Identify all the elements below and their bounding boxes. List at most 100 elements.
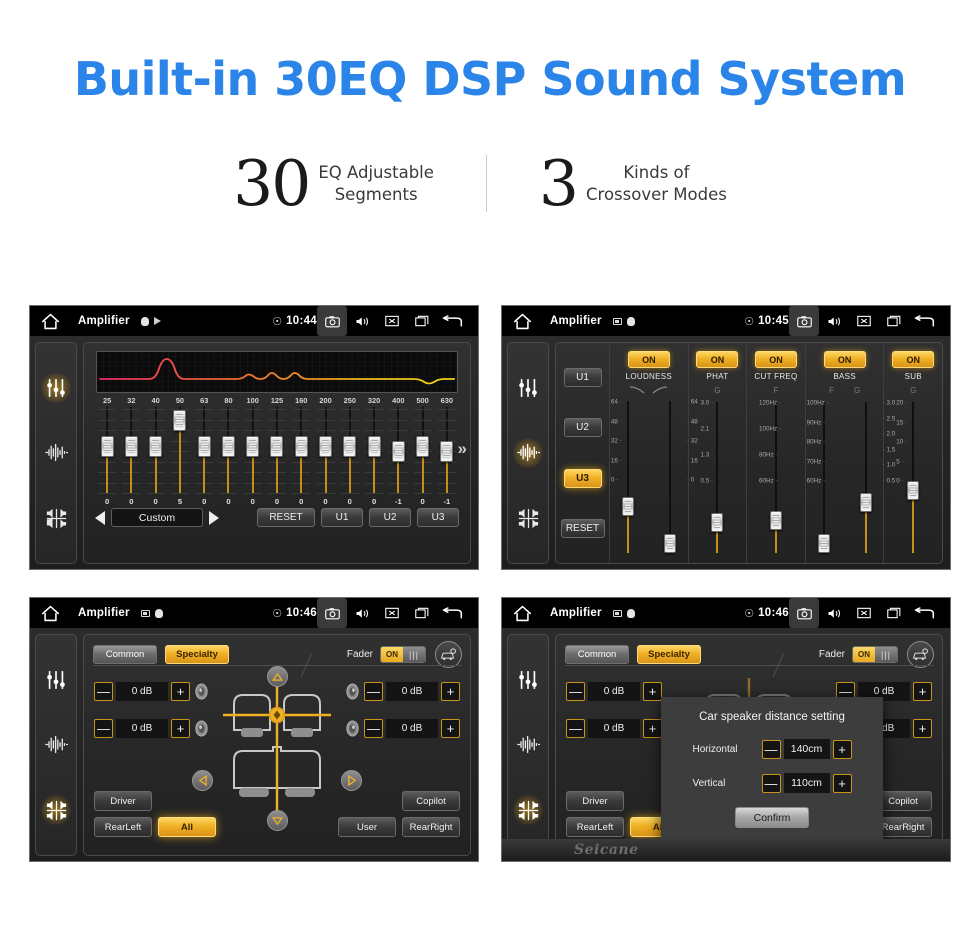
back-arrow-icon[interactable] [437, 598, 467, 628]
back-arrow-icon[interactable] [437, 306, 467, 336]
increase-button[interactable]: + [832, 773, 852, 793]
waveform-icon[interactable] [41, 438, 71, 468]
slider-knob[interactable] [440, 441, 454, 463]
slider-knob[interactable] [621, 497, 634, 516]
slider-knob[interactable] [294, 436, 308, 457]
crossover-on-toggle[interactable]: ON [696, 351, 739, 368]
prev-preset-arrow-icon[interactable] [95, 510, 105, 525]
camera-icon[interactable] [789, 306, 819, 336]
fader-toggle[interactable]: ON ||| [852, 646, 898, 663]
eq-slider-80hz[interactable]: 0 [216, 407, 240, 506]
eq-slider-50hz[interactable]: 5 [168, 407, 192, 506]
fader-toggle[interactable]: ON ||| [380, 646, 426, 663]
decrease-button[interactable]: — [94, 719, 113, 738]
waveform-icon[interactable] [513, 730, 543, 760]
slider-knob[interactable] [270, 436, 284, 457]
volume-icon[interactable] [347, 306, 377, 336]
slider-knob[interactable] [391, 441, 405, 463]
nav-left-icon[interactable] [192, 770, 213, 791]
increase-button[interactable]: + [913, 719, 932, 738]
eq-slider-400hz[interactable]: -1 [386, 407, 410, 506]
slider-knob[interactable] [124, 436, 138, 457]
slider-knob[interactable] [711, 513, 724, 532]
balance-icon[interactable] [513, 503, 543, 533]
home-icon[interactable] [41, 605, 60, 622]
equalizer-icon[interactable] [513, 373, 543, 403]
slider-knob[interactable] [416, 436, 430, 457]
eq-slider-320hz[interactable]: 0 [362, 407, 386, 506]
next-page-chevron-icon[interactable]: » [458, 439, 467, 459]
decrease-button[interactable]: — [566, 682, 585, 701]
recents-icon[interactable] [407, 306, 437, 336]
preset-rearright-button[interactable]: RearRight [402, 817, 460, 837]
increase-button[interactable]: + [441, 719, 460, 738]
slider-knob[interactable] [367, 436, 381, 457]
increase-button[interactable]: + [832, 739, 852, 759]
balance-icon[interactable] [513, 795, 543, 826]
waveform-icon[interactable] [41, 730, 71, 760]
car-settings-icon[interactable] [907, 641, 934, 668]
volume-icon[interactable] [819, 598, 849, 628]
volume-icon[interactable] [819, 306, 849, 336]
crossover-on-toggle[interactable]: ON [892, 351, 935, 368]
slider-knob[interactable] [221, 436, 235, 457]
slider-knob[interactable] [246, 436, 260, 457]
car-seat-diagram[interactable] [221, 676, 333, 818]
car-settings-icon[interactable] [435, 641, 462, 668]
eq-slider-200hz[interactable]: 0 [313, 407, 337, 506]
eq-slider-25hz[interactable]: 0 [95, 407, 119, 506]
tab-common[interactable]: Common [565, 645, 629, 664]
preset-name-display[interactable]: Custom [111, 508, 203, 527]
crossover-slider[interactable]: 644832160 [611, 397, 644, 557]
back-arrow-icon[interactable] [909, 306, 939, 336]
recents-icon[interactable] [407, 598, 437, 628]
decrease-button[interactable]: — [94, 682, 113, 701]
back-arrow-icon[interactable] [909, 598, 939, 628]
preset-all-button[interactable]: All [158, 817, 216, 837]
eq-slider-160hz[interactable]: 0 [289, 407, 313, 506]
nav-down-icon[interactable] [266, 810, 288, 831]
crossover-on-toggle[interactable]: ON [755, 351, 797, 368]
next-preset-arrow-icon[interactable] [209, 510, 219, 525]
preset-driver-button[interactable]: Driver [94, 791, 152, 811]
slider-knob[interactable] [100, 436, 114, 457]
eq-slider-630hz[interactable]: -1 [435, 407, 459, 506]
preset-copilot-button[interactable]: Copilot [402, 791, 460, 811]
preset-user-button[interactable]: User [338, 817, 396, 837]
preset-rearleft-button[interactable]: RearLeft [94, 817, 152, 837]
slider-knob[interactable] [197, 436, 211, 457]
tab-specialty[interactable]: Specialty [165, 645, 229, 664]
preset-u2-button[interactable]: U2 [369, 508, 411, 527]
slider-knob[interactable] [319, 436, 333, 457]
increase-button[interactable]: + [643, 682, 662, 701]
decrease-button[interactable]: — [761, 739, 781, 759]
eq-slider-63hz[interactable]: 0 [192, 407, 216, 506]
equalizer-icon[interactable] [41, 372, 71, 403]
equalizer-icon[interactable] [41, 665, 71, 695]
close-box-icon[interactable] [849, 306, 879, 336]
close-box-icon[interactable] [377, 306, 407, 336]
increase-button[interactable]: + [913, 682, 932, 701]
recents-icon[interactable] [879, 306, 909, 336]
home-icon[interactable] [513, 605, 532, 622]
balance-icon[interactable] [41, 795, 71, 826]
tab-common[interactable]: Common [93, 645, 157, 664]
nav-right-icon[interactable] [341, 770, 362, 791]
crossover-u1-button[interactable]: U1 [563, 367, 602, 387]
equalizer-icon[interactable] [513, 665, 543, 695]
balance-icon[interactable] [41, 503, 71, 533]
eq-slider-100hz[interactable]: 0 [241, 407, 265, 506]
camera-icon[interactable] [317, 306, 347, 336]
decrease-button[interactable]: — [364, 719, 383, 738]
crossover-slider[interactable]: 20151050 [896, 398, 929, 557]
crossover-slider[interactable]: 100Hz90Hz80Hz70Hz60Hz [807, 398, 840, 557]
crossover-on-toggle[interactable]: ON [627, 351, 670, 368]
tab-specialty[interactable]: Specialty [637, 645, 701, 664]
increase-button[interactable]: + [171, 719, 190, 738]
eq-slider-40hz[interactable]: 0 [144, 407, 168, 506]
confirm-button[interactable]: Confirm [735, 807, 809, 828]
decrease-button[interactable]: — [761, 773, 781, 793]
crossover-on-toggle[interactable]: ON [823, 351, 866, 368]
close-box-icon[interactable] [849, 598, 879, 628]
eq-slider-250hz[interactable]: 0 [338, 407, 362, 506]
